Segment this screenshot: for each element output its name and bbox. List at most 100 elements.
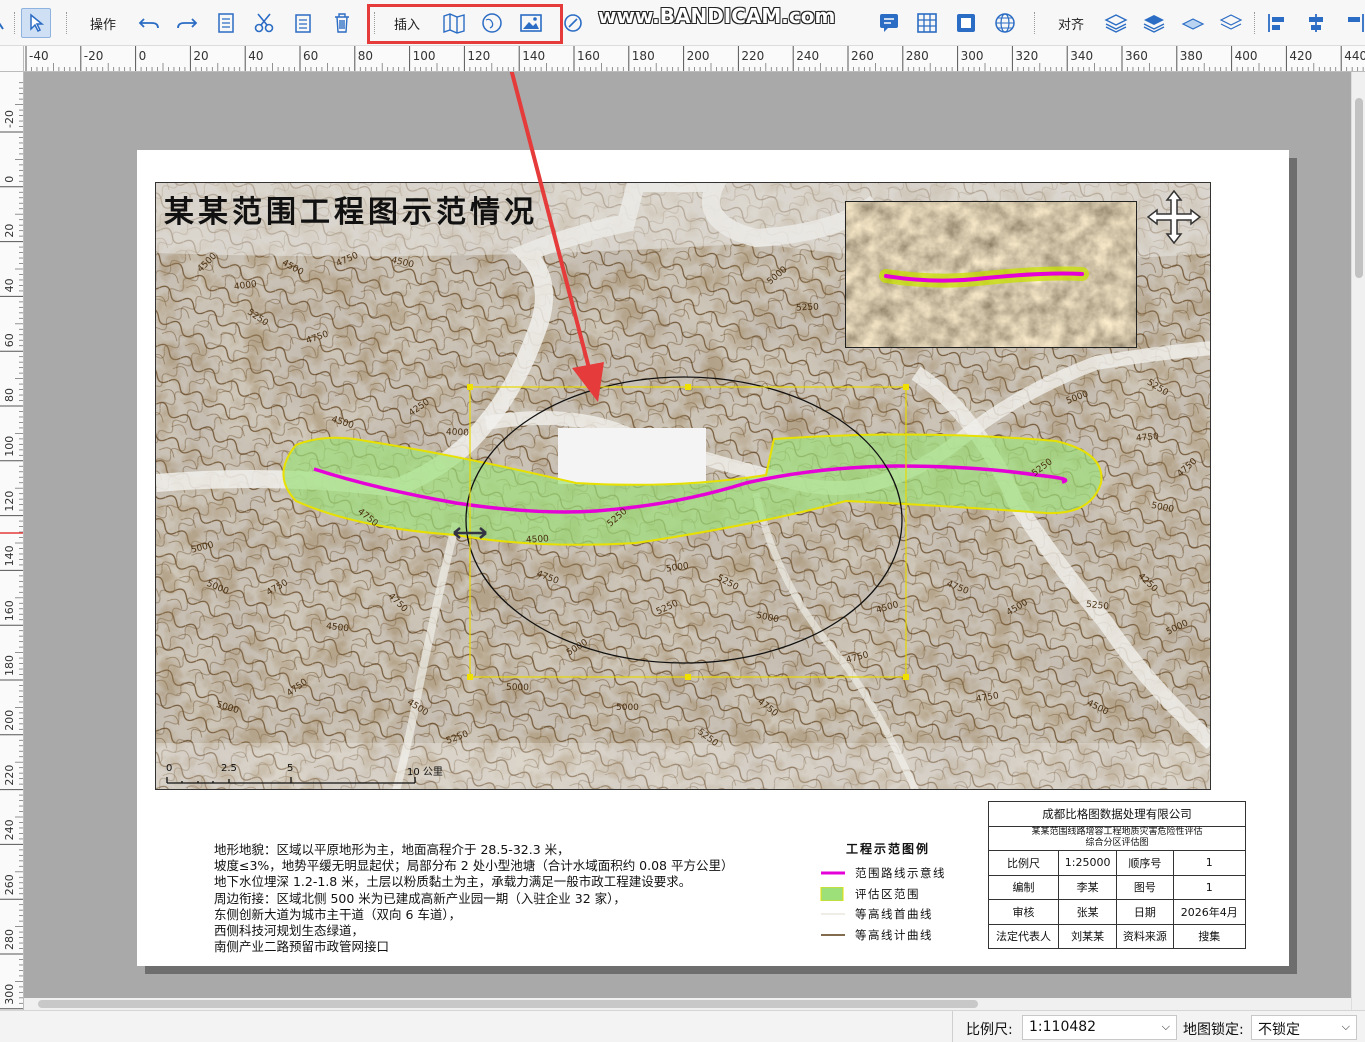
send-back-icon[interactable]	[1139, 8, 1169, 38]
layer-up-icon[interactable]	[1178, 8, 1208, 38]
horizontal-scrollbar[interactable]	[24, 998, 1351, 1010]
table-cell: 法定代表人	[988, 923, 1059, 949]
map-lock-label: 地图锁定:	[1183, 1022, 1244, 1038]
table-cell: 张某	[1057, 899, 1118, 925]
operate-menu-button[interactable]: 操作	[86, 8, 120, 38]
legend-item-label: 等高线计曲线	[855, 927, 933, 942]
table-row: 法定代表人 刘某某 资料来源 搜集	[988, 923, 1247, 949]
undo-icon[interactable]	[134, 8, 164, 38]
align-right-icon[interactable]	[1340, 8, 1365, 38]
bring-front-icon[interactable]	[1101, 8, 1131, 38]
ruler-label: 140	[522, 49, 545, 63]
vertical-scrollbar[interactable]	[1351, 72, 1365, 1010]
table-cell: 审核	[988, 899, 1059, 925]
ruler-label: 220	[3, 765, 16, 786]
table-icon[interactable]	[912, 8, 942, 38]
description-line: 西侧科技河规划生态绿道，	[214, 923, 365, 939]
ruler-label: 100	[413, 49, 436, 63]
legend-route-symbol	[821, 871, 845, 875]
ruler-label: 280	[906, 49, 929, 63]
vertical-ruler-scale: -20 0 20 40 60 80 100 120 140 160 180 200 220 240 260 2…	[0, 82, 23, 1010]
contour-elevation-label: 4750	[1135, 432, 1160, 444]
horizontal-scrollbar-thumb[interactable]	[38, 1000, 978, 1008]
map-title[interactable]: 某某范围工程图示范情况	[164, 187, 538, 231]
ruler-label: 400	[1235, 49, 1258, 63]
table-cell: 李某	[1057, 874, 1118, 900]
table-cell: 2026年4月	[1172, 899, 1247, 925]
title-block-table[interactable]: 成都比格图数据处理有限公司 某某范围线路增容工程地质灾害危险性评估 综合分区评估…	[988, 801, 1247, 949]
table-cell: 顺序号	[1116, 850, 1174, 876]
insert-globe-icon[interactable]	[477, 8, 507, 38]
table-cell: 图号	[1116, 874, 1174, 900]
align-menu-button[interactable]: 对齐	[1054, 8, 1088, 38]
insert-map-icon[interactable]	[439, 8, 469, 38]
table-cell: 刘某某	[1057, 923, 1118, 949]
chevron-down-icon[interactable]: ⌵	[1162, 1020, 1170, 1034]
ruler-label: 340	[1070, 49, 1093, 63]
ruler-label: 320	[1015, 49, 1038, 63]
chevron-down-icon[interactable]: ⌵	[1342, 1020, 1350, 1034]
align-center-icon[interactable]	[1301, 8, 1331, 38]
contour-elevation-label: 5000	[616, 703, 639, 713]
contour-elevation-label: 5000	[505, 682, 529, 694]
frame-icon[interactable]	[951, 8, 981, 38]
ruler-label: -40	[29, 49, 49, 63]
text-box-icon[interactable]	[874, 8, 904, 38]
cut-icon[interactable]	[249, 8, 279, 38]
ruler-label: 120	[3, 491, 16, 512]
vertical-scrollbar-thumb[interactable]	[1355, 98, 1363, 278]
table-cell: 1:25000	[1057, 850, 1118, 876]
main-map-frame[interactable]: 4500 4000 4500 4750 4500 5000 5250 5250 4750 4500…	[155, 182, 1211, 790]
legend-index-contour-symbol	[821, 934, 845, 936]
legend-item-label: 范围路线示意线	[855, 866, 946, 881]
ruler-label: 160	[3, 600, 16, 621]
map-legend[interactable]: 工程示范图例 范围路线示意线 评估区范围 等高线首曲线 等高线计曲线	[819, 840, 969, 945]
table-cell: 比例尺	[988, 850, 1059, 876]
scale-combobox[interactable]: 1:110482 ⌵	[1022, 1015, 1177, 1040]
ruler-label: 280	[3, 929, 16, 950]
compass-icon[interactable]	[558, 8, 588, 38]
toolbar-grip	[1254, 12, 1256, 34]
table-cell: 1	[1172, 850, 1247, 876]
layer-down-icon[interactable]	[1216, 8, 1246, 38]
description-line: 东侧创新大道为城市主干道（双向 6 车道），	[214, 906, 462, 922]
status-separator	[952, 1011, 953, 1042]
web-globe-icon[interactable]	[990, 8, 1020, 38]
project-name-line1: 某某范围线路增容工程地质灾害危险性评估	[1031, 827, 1203, 838]
ruler-label: 60	[3, 333, 16, 347]
insert-image-icon[interactable]	[516, 8, 546, 38]
map-lock-value: 不锁定	[1258, 1022, 1300, 1038]
ruler-label: 0	[3, 176, 16, 183]
layout-canvas[interactable]: 4500 4000 4500 4750 4500 5000 5250 5250 4750 4500…	[24, 72, 1351, 1010]
site-description[interactable]: 地形地貌：区域以平原地形为主，地面高程介于 28.5-32.3 米， 坡度≤3%…	[214, 842, 774, 955]
table-row: 审核 张某 日期 2026年4月	[988, 899, 1247, 925]
map-lock-combobox[interactable]: 不锁定 ⌵	[1251, 1015, 1357, 1040]
legend-item-zone: 评估区范围	[819, 884, 969, 905]
table-cell: 1	[1172, 874, 1247, 900]
legend-title: 工程示范图例	[846, 842, 931, 856]
scalebar-tick-1: 2.5	[221, 763, 237, 774]
ruler-label: 240	[796, 49, 819, 63]
paste-icon[interactable]	[288, 8, 318, 38]
table-cell: 搜集	[1172, 923, 1247, 949]
description-line: 周边衔接：区域北侧 500 米为已建成高新产业园一期（入驻企业 32 家），	[214, 890, 626, 906]
insert-menu-button[interactable]: 插入	[390, 8, 424, 38]
inset-satellite-map[interactable]	[845, 201, 1137, 348]
select-pointer-icon[interactable]	[21, 8, 51, 38]
legend-item-index-contour: 等高线计曲线	[819, 925, 969, 946]
layout-page[interactable]: 4500 4000 4500 4750 4500 5000 5250 5250 4750 4500…	[137, 150, 1289, 966]
contour-elevation-label: 4000	[445, 427, 470, 439]
ruler-label: 200	[687, 49, 710, 63]
ruler-label: 100	[3, 436, 16, 457]
align-left-icon[interactable]	[1262, 8, 1292, 38]
redo-icon[interactable]	[172, 8, 202, 38]
delete-icon[interactable]	[327, 8, 357, 38]
partial-tool-icon[interactable]	[0, 8, 8, 38]
scalebar-graphic	[166, 777, 416, 784]
properties-icon[interactable]	[211, 8, 241, 38]
legend-zone-symbol	[820, 886, 844, 901]
scale-bar[interactable]: 0 2.5 5 10 公里	[166, 763, 456, 785]
description-line: 地形地貌：区域以平原地形为主，地面高程介于 28.5-32.3 米，	[214, 842, 570, 857]
ruler-label: -20	[84, 49, 104, 63]
project-name: 某某范围线路增容工程地质灾害危险性评估 综合分区评估图	[988, 825, 1246, 851]
